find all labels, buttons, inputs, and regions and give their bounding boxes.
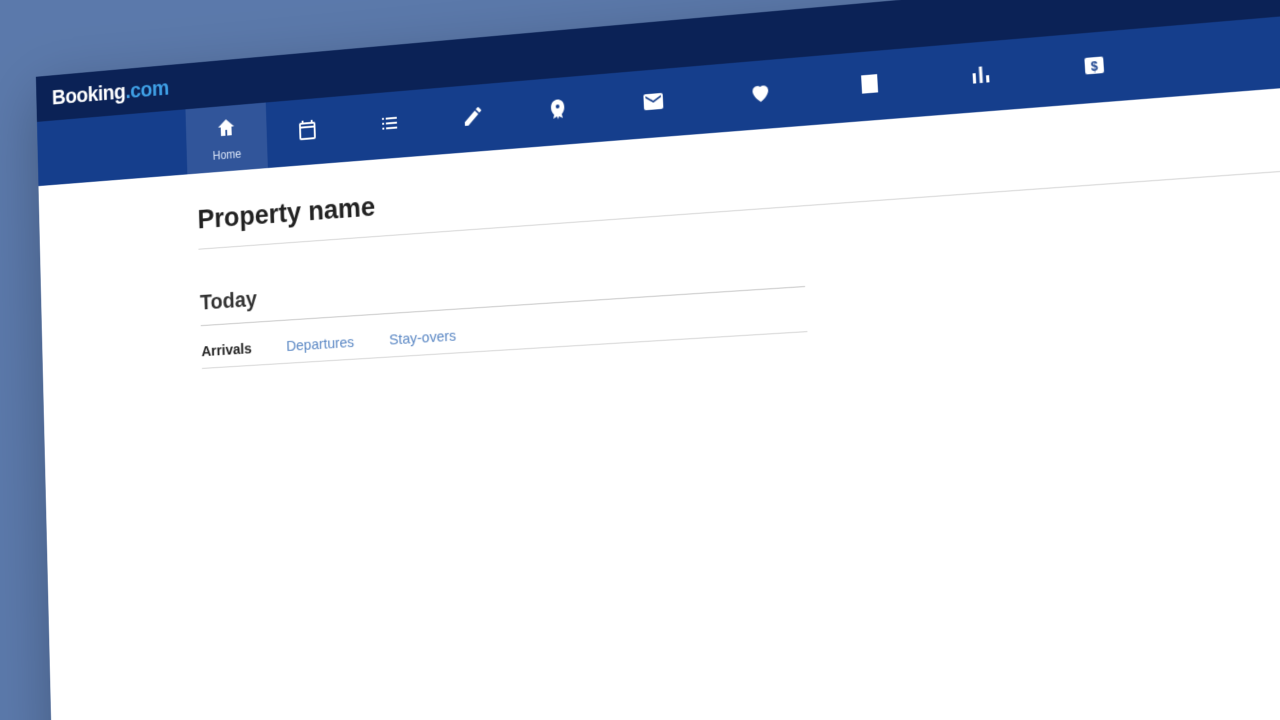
pencil-icon — [461, 103, 485, 133]
nav-list[interactable] — [347, 89, 432, 162]
finance-icon: $ — [1081, 52, 1108, 84]
nav-inbox[interactable] — [599, 65, 708, 141]
nav-edit[interactable] — [430, 81, 517, 155]
nav-home[interactable]: Home — [185, 103, 267, 175]
brand-logo: Booking.com — [52, 75, 169, 110]
nav-home-label: Home — [212, 146, 241, 162]
logo-part-2: .com — [125, 75, 169, 103]
list-icon — [378, 110, 401, 140]
home-icon — [215, 115, 237, 145]
nav-analytics[interactable] — [923, 37, 1039, 116]
svg-text:$: $ — [1090, 58, 1098, 73]
nav-favorites[interactable] — [705, 56, 817, 133]
rocket-icon — [546, 96, 570, 127]
nav-reviews[interactable] — [813, 47, 927, 125]
app-window: Booking.com Home — [36, 0, 1280, 720]
tab-departures[interactable]: Departures — [286, 334, 354, 355]
bar-chart-icon — [968, 61, 994, 93]
nav-boost[interactable] — [514, 74, 602, 148]
tab-arrivals[interactable]: Arrivals — [201, 340, 252, 360]
calendar-icon — [296, 117, 319, 147]
mail-icon — [641, 88, 665, 119]
logo-part-1: Booking — [52, 79, 126, 109]
tab-stayovers[interactable]: Stay-overs — [389, 328, 456, 349]
nav-calendar[interactable] — [266, 96, 350, 168]
document-icon — [857, 70, 883, 101]
nav-finance[interactable]: $ — [1035, 28, 1154, 108]
heart-icon — [748, 79, 773, 110]
today-section: Today Arrivals Departures Stay-overs — [200, 249, 808, 369]
